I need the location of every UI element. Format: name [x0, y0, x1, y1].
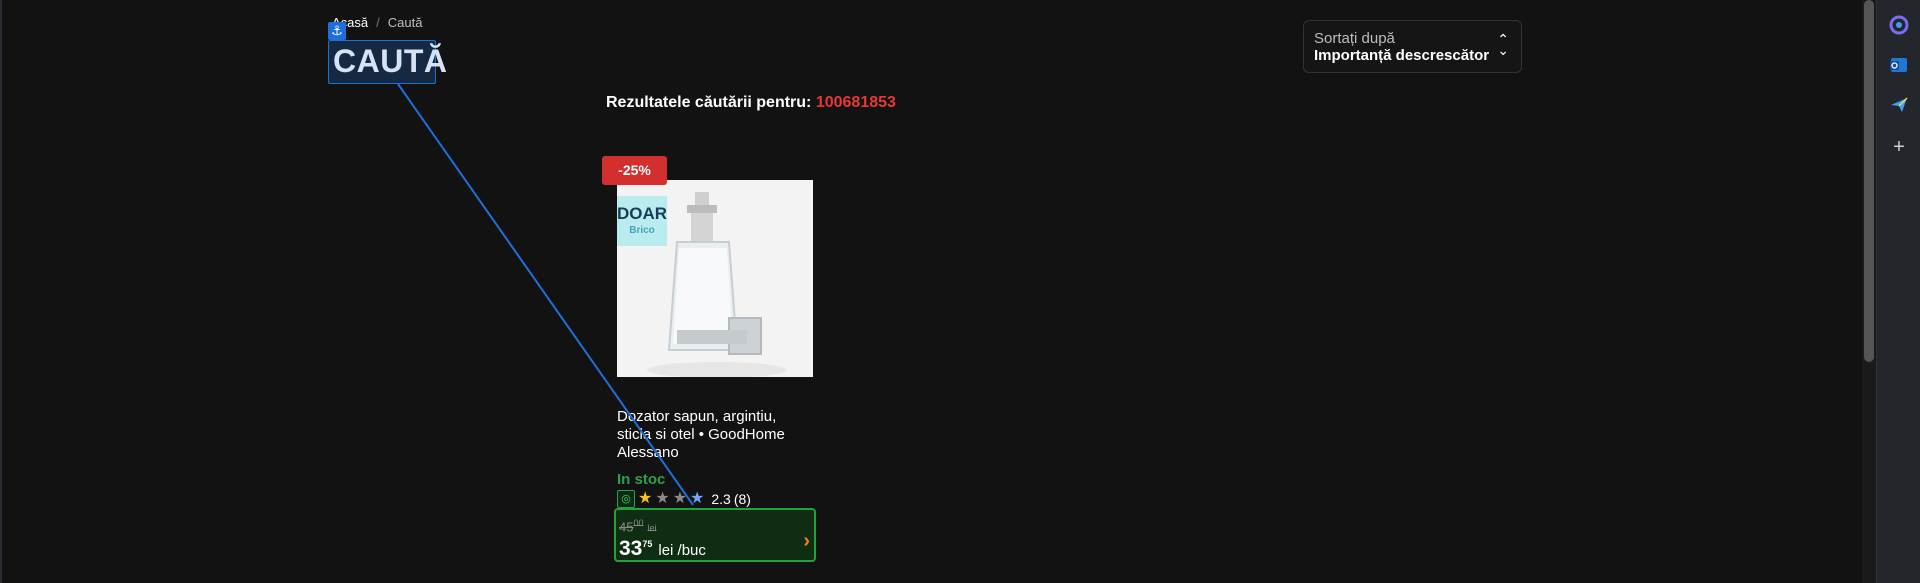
page-edge	[0, 0, 2, 583]
product-name-link[interactable]: Dozator sapun, argintiu, sticla si otel …	[617, 408, 807, 462]
target-icon: ◎	[617, 490, 635, 508]
rating-value: 2.3	[711, 491, 731, 507]
old-price-unit: lei	[647, 523, 657, 534]
browser-sidebar: +	[1876, 0, 1920, 583]
sort-label: Sortați după	[1314, 30, 1395, 47]
old-price-dec: 00	[633, 518, 644, 528]
new-price-unit: lei /buc	[658, 542, 706, 559]
plus-icon[interactable]: +	[1888, 136, 1910, 158]
new-price-int: 33	[619, 537, 643, 560]
search-query: 100681853	[815, 94, 896, 111]
scrollbar-thumb[interactable]	[1864, 0, 1874, 362]
star-icon: ★	[655, 490, 670, 507]
brand-badge: DOAR Brico	[617, 196, 667, 246]
page-title: CAUTĂ	[333, 43, 448, 79]
brand-badge-top: DOAR	[617, 204, 668, 223]
review-count[interactable]: (8)	[734, 491, 751, 507]
send-icon[interactable]	[1888, 94, 1910, 116]
chevron-right-icon[interactable]: ›	[803, 530, 810, 553]
product-rating: ◎ ★ ★ ★ ★ 2.3 (8)	[617, 490, 751, 508]
anchor-icon[interactable]: ⚓	[328, 22, 346, 40]
new-price-dec: 75	[642, 539, 653, 549]
stock-status: In stoc	[617, 471, 666, 488]
new-price: 3375 lei /buc	[619, 537, 706, 561]
old-price-int: 45	[619, 519, 634, 535]
copilot-icon[interactable]	[1888, 14, 1910, 36]
selected-title-box[interactable]: ⚓ CAUTĂ	[328, 22, 447, 84]
chevron-up-down-icon: ⌃ ⌄	[1497, 31, 1509, 58]
sort-dropdown[interactable]: Sortați după Importanță descrescător ⌃ ⌄	[1303, 20, 1522, 73]
old-price: 4500lei	[619, 518, 657, 534]
drag-connector-line	[397, 83, 694, 506]
sort-value: Importanță descrescător	[1314, 47, 1490, 64]
price-box[interactable]: 4500lei 3375 lei /buc ›	[614, 508, 816, 562]
star-icon: ★	[672, 490, 688, 507]
breadcrumb-separator: /	[376, 15, 380, 30]
search-results-heading: Rezultatele căutării pentru: 100681853	[606, 94, 896, 112]
breadcrumb-current: Caută	[387, 15, 423, 30]
discount-badge: -25%	[602, 156, 667, 185]
star-icon: ★	[638, 490, 653, 507]
results-prefix: Rezultatele căutării pentru:	[606, 94, 812, 111]
star-icon: ★	[690, 490, 705, 507]
brand-badge-bottom: Brico	[629, 225, 655, 236]
outlook-icon[interactable]	[1888, 54, 1910, 76]
